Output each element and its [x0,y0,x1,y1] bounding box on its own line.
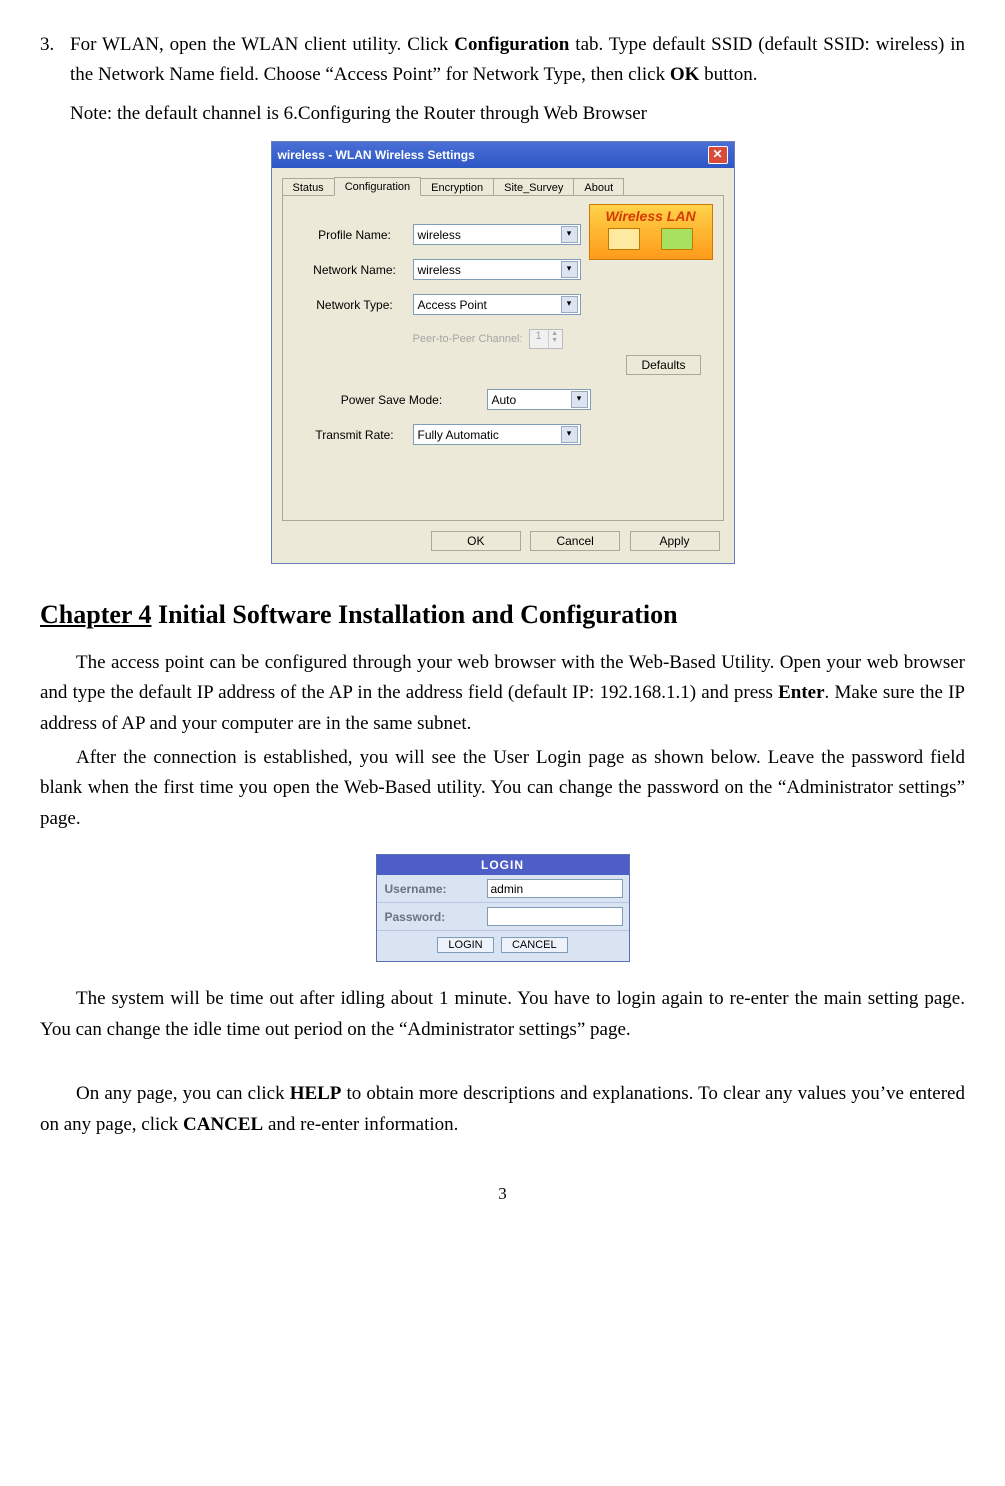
text: button. [699,64,757,85]
dialog-buttons: OK Cancel Apply [272,531,734,563]
password-input[interactable] [487,907,623,926]
defaults-button[interactable]: Defaults [626,355,700,375]
transmit-rate-combo[interactable]: Fully Automatic ▾ [413,424,581,445]
bold-enter: Enter [778,682,824,703]
peer-channel-spinner: 1 ▲▼ [529,329,563,349]
login-header: LOGIN [377,855,629,875]
network-name-combo[interactable]: wireless ▾ [413,259,581,280]
tab-about[interactable]: About [573,178,624,196]
combo-value: wireless [418,263,461,277]
network-name-label: Network Name: [297,263,413,277]
transmit-rate-label: Transmit Rate: [297,428,413,442]
tab-site-survey[interactable]: Site_Survey [493,178,574,196]
bold-ok: OK [670,64,700,85]
password-label: Password: [377,904,487,930]
combo-value: Access Point [418,298,487,312]
power-save-combo[interactable]: Auto ▾ [487,389,591,410]
paragraph: The access point can be configured throu… [40,648,965,739]
cancel-button[interactable]: Cancel [530,531,620,551]
paragraph: The system will be time out after idling… [40,984,965,1045]
text: On any page, you can click [76,1083,290,1104]
combo-value: Fully Automatic [418,428,499,442]
tab-status[interactable]: Status [282,178,335,196]
login-button[interactable]: LOGIN [437,937,493,953]
bold-cancel: CANCEL [183,1114,263,1135]
chevron-down-icon[interactable]: ▾ [561,261,578,278]
chapter-title: Initial Software Installation and Config… [151,600,677,629]
network-type-label: Network Type: [297,298,413,312]
combo-value: Auto [492,393,517,407]
chevron-down-icon[interactable]: ▾ [561,226,578,243]
bold-help: HELP [290,1083,342,1104]
peer-channel-label: Peer-to-Peer Channel: [413,333,523,345]
step-body: For WLAN, open the WLAN client utility. … [70,30,965,91]
username-label: Username: [377,876,487,902]
dialog-titlebar: wireless - WLAN Wireless Settings ✕ [272,142,734,168]
paragraph: After the connection is established, you… [40,743,965,834]
laptop-icon [608,228,640,250]
step-3: 3. For WLAN, open the WLAN client utilit… [40,30,965,91]
chevron-down-icon[interactable]: ▾ [571,391,588,408]
tab-bar: Status Configuration Encryption Site_Sur… [272,168,734,195]
text: For WLAN, open the WLAN client utility. … [70,34,454,55]
login-panel: LOGIN Username: Password: LOGIN CANCEL [376,854,630,962]
step-number: 3. [40,30,70,91]
step-note: Note: the default channel is 6.Configuri… [70,99,965,129]
chapter-number: Chapter 4 [40,600,151,629]
spinner-value: 1 [530,330,548,348]
page-number: 3 [40,1180,965,1207]
tab-panel: Wireless LAN Profile Name: wireless ▾ Ne… [282,195,724,521]
chevron-down-icon[interactable]: ▾ [561,296,578,313]
dialog-title: wireless - WLAN Wireless Settings [278,148,475,162]
apply-button[interactable]: Apply [630,531,720,551]
peer-channel-row: Peer-to-Peer Channel: 1 ▲▼ [413,329,709,349]
tab-configuration[interactable]: Configuration [334,177,421,196]
profile-name-combo[interactable]: wireless ▾ [413,224,581,245]
text: and re-enter information. [263,1114,458,1135]
close-icon[interactable]: ✕ [708,146,728,164]
chapter-heading: Chapter 4 Initial Software Installation … [40,594,965,636]
paragraph: On any page, you can click HELP to obtai… [40,1079,965,1140]
power-save-label: Power Save Mode: [297,393,487,407]
badge-text: Wireless LAN [590,208,712,224]
wlan-settings-dialog: wireless - WLAN Wireless Settings ✕ Stat… [271,141,735,564]
network-type-combo[interactable]: Access Point ▾ [413,294,581,315]
combo-value: wireless [418,228,461,242]
bold-configuration: Configuration [454,34,569,55]
chevron-down-icon[interactable]: ▾ [561,426,578,443]
wireless-lan-badge: Wireless LAN [589,204,713,260]
cancel-button[interactable]: CANCEL [501,937,568,953]
username-input[interactable] [487,879,623,898]
spinner-arrows-icon: ▲▼ [548,330,561,348]
tab-encryption[interactable]: Encryption [420,178,494,196]
ok-button[interactable]: OK [431,531,521,551]
laptop-icon [661,228,693,250]
profile-name-label: Profile Name: [297,228,413,242]
